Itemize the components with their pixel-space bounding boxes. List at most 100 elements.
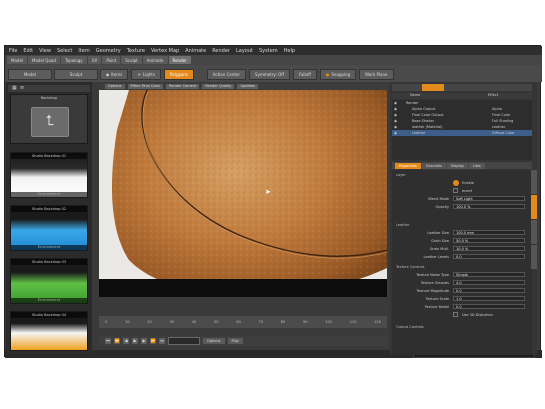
next-key-icon[interactable]: ⏩ <box>150 338 156 344</box>
grain-mult-label: Grain Mult. <box>429 247 449 251</box>
options-button[interactable]: Options <box>203 338 225 344</box>
shader-tree-tabs <box>392 84 532 91</box>
tab-model[interactable]: Model <box>7 56 28 64</box>
section-layer: Layer <box>396 173 406 177</box>
menu-item-system[interactable]: System <box>259 48 278 54</box>
render-viewport[interactable]: ➤ <box>99 90 387 297</box>
go-to-end-icon[interactable]: ⏭ <box>159 338 165 344</box>
tab-sculpt[interactable]: Sculpt <box>121 56 142 64</box>
timeline-tick: 80 <box>280 320 286 324</box>
symmetry-dropdown[interactable]: Symmetry: Off <box>249 69 291 80</box>
grain-size-field[interactable]: 50.0 % <box>453 238 525 243</box>
grid-view-icon[interactable]: ▦ <box>12 85 17 91</box>
visibility-eye-icon[interactable]: ◉ <box>394 131 402 135</box>
menu-item-render[interactable]: Render <box>212 48 230 54</box>
viewport-option-0[interactable]: Options <box>105 84 125 89</box>
sculpt-mode-button[interactable]: Sculpt <box>54 69 98 80</box>
menu-item-view[interactable]: View <box>39 48 51 54</box>
visibility-eye-icon[interactable]: ◉ <box>394 107 402 111</box>
go-to-start-icon[interactable]: ⏮ <box>105 338 111 344</box>
work-plane-dropdown[interactable]: Work Plane <box>359 69 394 80</box>
opacity-field[interactable]: 100.0 % <box>453 204 525 209</box>
model-mode-button[interactable]: Model <box>8 69 52 80</box>
list-view-icon[interactable]: ≡ <box>20 85 24 91</box>
side-tab-1[interactable] <box>531 170 537 194</box>
leather-size-field[interactable]: 100.0 mm <box>453 230 525 235</box>
preset-thumbnail-studio-1[interactable]: Studio Backdrop 01 Environment <box>10 152 88 198</box>
octaves-field[interactable]: 4.0 <box>453 280 525 285</box>
tab-animate[interactable]: Animate <box>142 56 168 64</box>
magnitude-field[interactable]: 0.0 <box>453 288 525 293</box>
visibility-eye-icon[interactable]: ◉ <box>394 101 402 105</box>
menu-item-vertex-map[interactable]: Vertex Map <box>151 48 179 54</box>
invert-checkbox[interactable] <box>453 188 458 193</box>
items-button-label: Items <box>111 72 123 77</box>
enable-label: Enable <box>462 181 474 185</box>
items-icon: ◆ <box>106 72 110 77</box>
timeline-tick: 120 <box>374 320 381 324</box>
play-button[interactable]: Play <box>227 338 243 344</box>
prev-key-icon[interactable]: ⏪ <box>114 338 120 344</box>
use-distortion-label: Use 3D Distortion <box>462 313 493 317</box>
shader-tree-row[interactable]: ◉ Leather Diffuse Color <box>392 130 532 136</box>
scale-field[interactable]: 1.0 <box>453 296 525 301</box>
preset-thumbnail-studio-3[interactable]: Studio Backdrop 03 Environment <box>10 258 88 304</box>
visibility-eye-icon[interactable]: ◉ <box>394 113 402 117</box>
noise-type-label: Texture Noise Type <box>416 273 449 277</box>
leather-render-image <box>99 90 387 297</box>
shader-item-name: Final Color Output <box>412 113 444 117</box>
tab-properties[interactable]: Properties <box>395 162 421 169</box>
tab-render[interactable]: Render <box>168 56 191 64</box>
side-tab-4[interactable] <box>531 245 537 269</box>
grain-mult-field[interactable]: 10.0 % <box>453 246 525 251</box>
prev-frame-icon[interactable]: ◀ <box>123 338 129 344</box>
viewport-option-2[interactable]: Render Camera <box>166 84 200 89</box>
viewport-option-1[interactable]: Effect Final Color <box>127 84 164 89</box>
next-frame-icon[interactable]: ▶ <box>141 338 147 344</box>
lights-button[interactable]: ☀ Lights <box>131 69 161 80</box>
timeline-tick: 100 <box>325 320 332 324</box>
preset-label: Backdrop <box>40 96 58 100</box>
play-icon[interactable]: ▶ <box>132 338 138 344</box>
tab-shader-tree[interactable] <box>422 84 444 91</box>
tab-uv[interactable]: UV <box>87 56 102 64</box>
polygons-button[interactable]: Polygons <box>163 69 194 80</box>
frame-field[interactable] <box>168 337 200 345</box>
menu-item-file[interactable]: File <box>9 48 17 54</box>
timeline[interactable]: 0 10 20 30 40 50 60 70 80 90 100 110 120 <box>99 316 387 328</box>
preset-thumbnail-studio-2[interactable]: Studio Backdrop 02 Environment <box>10 205 88 251</box>
preset-thumbnail-backdrop[interactable]: Backdrop ⮤ <box>10 94 88 144</box>
menu-item-geometry[interactable]: Geometry <box>96 48 121 54</box>
viewport-option-4[interactable]: Updates <box>237 84 258 89</box>
side-tab-3[interactable] <box>531 220 537 244</box>
menu-item-texture[interactable]: Texture <box>127 48 145 54</box>
menu-item-help[interactable]: Help <box>284 48 295 54</box>
use-distortion-checkbox[interactable] <box>453 312 458 317</box>
leather-levels-field[interactable]: 0.0 <box>453 254 525 259</box>
snapping-toggle[interactable]: ● Snapping <box>319 69 357 80</box>
tab-paint[interactable]: Paint <box>102 56 121 64</box>
menu-item-edit[interactable]: Edit <box>23 48 33 54</box>
blend-mode-dropdown[interactable]: Soft Light <box>453 196 525 201</box>
viewport-option-3[interactable]: Render Quality <box>202 84 235 89</box>
visibility-eye-icon[interactable]: ◉ <box>394 119 402 123</box>
tab-display[interactable]: Display <box>446 162 468 169</box>
menu-item-animate[interactable]: Animate <box>185 48 206 54</box>
menu-item-layout[interactable]: Layout <box>236 48 253 54</box>
menu-item-item[interactable]: Item <box>78 48 89 54</box>
grain-size-label: Grain Size <box>431 239 449 243</box>
falloff-dropdown[interactable]: Falloff <box>293 69 317 80</box>
items-button[interactable]: ◆ Items <box>100 69 129 80</box>
visibility-eye-icon[interactable]: ◉ <box>394 125 402 129</box>
side-tab-2[interactable] <box>531 195 537 219</box>
detail-field[interactable]: 0.0 <box>453 304 525 309</box>
tab-channels[interactable]: Channels <box>421 162 446 169</box>
action-center-dropdown[interactable]: Action Center <box>206 69 247 80</box>
noise-type-dropdown[interactable]: Simple <box>453 272 525 277</box>
tab-lists[interactable]: Lists <box>468 162 485 169</box>
tab-topology[interactable]: Topology <box>60 56 87 64</box>
enable-checkbox[interactable] <box>453 180 459 186</box>
menu-item-select[interactable]: Select <box>57 48 72 54</box>
preset-thumbnail-studio-4[interactable]: Studio Backdrop 04 <box>10 311 88 351</box>
tab-model-quad[interactable]: Model Quad <box>28 56 60 64</box>
